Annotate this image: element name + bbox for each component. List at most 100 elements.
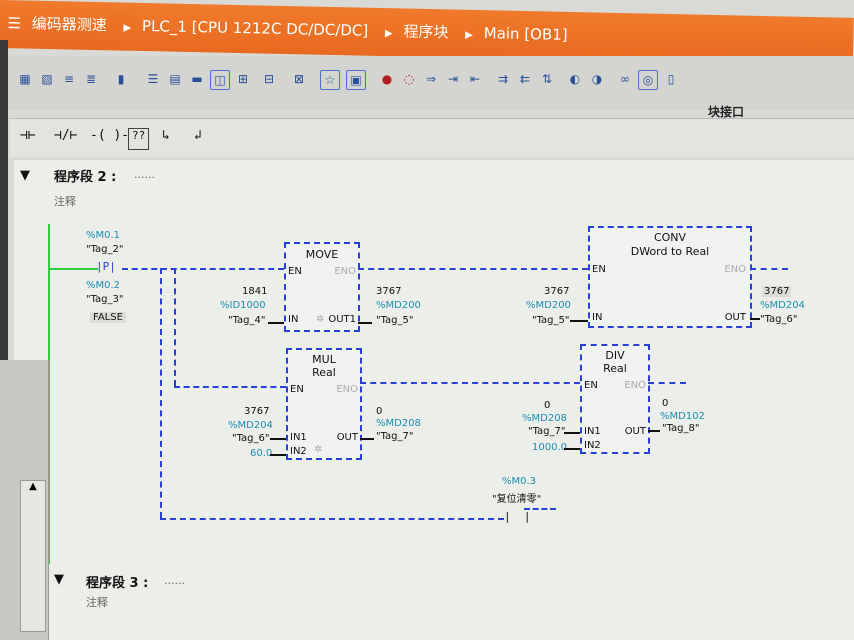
insert-row-icon[interactable]: ≡ <box>60 70 78 88</box>
conv-out-address: %MD204 <box>760 300 805 311</box>
branch-vertical-wire <box>160 268 162 518</box>
conv-out-wire <box>750 318 760 320</box>
div-in1-tag[interactable]: "Tag_7" <box>528 426 566 437</box>
absolute-operand-icon[interactable]: ⊟ <box>260 70 278 88</box>
move-in-pin: IN <box>288 314 299 325</box>
div-block[interactable]: DIV Real EN ENO IN1 IN2 OUT <box>580 344 650 454</box>
mul-eno-pin: ENO <box>336 384 358 395</box>
move-en-pin: EN <box>288 266 302 277</box>
reset-contact-tag[interactable]: "复位清零" <box>492 490 541 505</box>
monitor-off-icon[interactable]: ◑ <box>588 70 606 88</box>
network-2-title[interactable]: 程序段 2 : <box>54 166 116 185</box>
conv-title: CONV <box>653 231 687 244</box>
breadcrumb-block[interactable]: Main [OB1] <box>484 24 568 44</box>
glasses-icon[interactable]: ∞ <box>616 70 634 88</box>
open-branch-button[interactable]: ↳ <box>162 128 170 148</box>
network-3-title-placeholder[interactable]: ...... <box>164 574 185 587</box>
sort-icon[interactable]: ⇅ <box>538 70 556 88</box>
conv-in-tag[interactable]: "Tag_5" <box>532 315 570 326</box>
collapse-network-3-icon[interactable]: ▼ <box>54 572 64 587</box>
conv-block[interactable]: CONV DWord to Real EN ENO IN OUT <box>588 226 752 328</box>
blue-panel-icon[interactable]: ▬ <box>188 70 206 88</box>
network-2-comment[interactable]: 注释 <box>54 193 76 209</box>
network-2-title-placeholder[interactable]: ...... <box>134 168 155 181</box>
move-in-wire <box>268 322 284 324</box>
mul-subtitle[interactable]: Real <box>288 366 360 379</box>
mul-in1-wire <box>270 438 286 440</box>
conv-out-tag[interactable]: "Tag_6" <box>760 314 798 325</box>
move-in-tag[interactable]: "Tag_4" <box>228 315 266 326</box>
edge-bit-tag[interactable]: "Tag_3" <box>86 294 124 305</box>
network-3-title[interactable]: 程序段 3 : <box>86 572 148 591</box>
close-branch-button[interactable]: ↲ <box>194 128 202 148</box>
div-in2-constant[interactable]: 1000.0 <box>532 442 567 453</box>
network-3-comment[interactable]: 注释 <box>86 594 108 610</box>
mul-add-input-icon[interactable]: ✲ <box>314 444 322 455</box>
mul-in1-tag[interactable]: "Tag_6" <box>232 433 270 444</box>
favorites-icon[interactable]: ☆ <box>320 70 340 90</box>
remove-breakpoint-icon[interactable]: ◌ <box>400 70 418 88</box>
next-error-icon[interactable]: ⇥ <box>444 70 462 88</box>
mul-out-tag[interactable]: "Tag_7" <box>376 431 414 442</box>
mul-block[interactable]: MUL Real EN ENO IN1 IN2 ✲ OUT <box>286 348 362 460</box>
previous-error-icon[interactable]: ⇤ <box>466 70 484 88</box>
scroll-up-icon[interactable]: ▲ <box>21 481 45 492</box>
breakpoint-icon[interactable]: ● <box>378 70 396 88</box>
div-out-wire <box>648 430 660 432</box>
outdent-icon[interactable]: ⇇ <box>516 70 534 88</box>
div-title: DIV <box>605 349 625 362</box>
no-contact-button[interactable]: ⊣⊢ <box>20 128 36 148</box>
network-display-icon[interactable]: ⊞ <box>234 70 252 88</box>
breadcrumb-project[interactable]: 编码器测速 <box>32 15 107 35</box>
collapse-network-icon[interactable]: ▼ <box>20 168 30 183</box>
conv-subtitle[interactable]: DWord to Real <box>590 245 750 258</box>
wire-move-eno-to-conv-en <box>358 268 588 270</box>
reset-contact-out-wire <box>524 508 556 510</box>
mul-out-wire <box>360 438 374 440</box>
move-out-tag[interactable]: "Tag_5" <box>376 315 414 326</box>
mul-in2-constant[interactable]: 60.0 <box>250 448 272 459</box>
edge-contact-tag[interactable]: "Tag_2" <box>86 244 124 255</box>
conv-out-pin: OUT <box>724 312 746 323</box>
div-subtitle[interactable]: Real <box>582 362 648 375</box>
mul-title: MUL <box>312 353 336 366</box>
move-star-icon[interactable]: ✲ <box>316 314 324 325</box>
reset-contact[interactable]: | | <box>504 510 531 523</box>
snapshot-icon[interactable]: ▯ <box>662 70 680 88</box>
monitoring-toggle-icon[interactable]: ◎ <box>638 70 658 90</box>
append-row-icon[interactable]: ≣ <box>82 70 100 88</box>
indent-icon[interactable]: ⇉ <box>494 70 512 88</box>
comment-icon[interactable]: ◫ <box>210 70 230 90</box>
go-to-icon[interactable]: ⇒ <box>422 70 440 88</box>
mul-en-pin: EN <box>290 384 304 395</box>
move-eno-pin: ENO <box>334 266 356 277</box>
delete-network-icon[interactable]: ▧ <box>38 70 56 88</box>
monitor-icon[interactable]: ◐ <box>566 70 584 88</box>
edge-contact[interactable]: |P| <box>96 260 116 273</box>
breadcrumb-separator-icon: ▶ <box>123 22 132 34</box>
move-in-address: %ID1000 <box>220 300 266 311</box>
edge-contact-wire <box>50 268 98 270</box>
conv-in-value: 3767 <box>544 286 570 297</box>
list-icon[interactable]: ☰ <box>144 70 162 88</box>
conv-eno-pin: ENO <box>724 264 746 275</box>
breadcrumb-folder[interactable]: 程序块 <box>403 22 448 41</box>
move-out-address: %MD200 <box>376 300 421 311</box>
edge-contact-address: %M0.1 <box>86 230 121 241</box>
nc-contact-button[interactable]: ⊣/⊢ <box>54 128 77 148</box>
mul-in2-wire <box>270 454 286 456</box>
div-out-tag[interactable]: "Tag_8" <box>662 423 700 434</box>
coil-button[interactable]: -( )- <box>90 128 129 148</box>
overview-icon[interactable]: ▣ <box>346 70 366 90</box>
tag-info-icon[interactable]: ⊠ <box>290 70 308 88</box>
empty-box-button[interactable]: ?? <box>128 128 150 150</box>
move-block[interactable]: MOVE EN ENO IN ✲ OUT1 <box>284 242 360 332</box>
menu-icon[interactable]: ☰ <box>7 14 21 32</box>
mul-in1-value: 3767 <box>244 406 270 417</box>
mul-out-pin: OUT <box>336 432 358 443</box>
set-icon[interactable]: ▮ <box>112 70 130 88</box>
breadcrumb-device[interactable]: PLC_1 [CPU 1212C DC/DC/DC] <box>142 17 369 40</box>
vertical-scrollbar[interactable]: ▲ <box>20 480 46 632</box>
insert-network-icon[interactable]: ▦ <box>16 70 34 88</box>
window-icon[interactable]: ▤ <box>166 70 184 88</box>
